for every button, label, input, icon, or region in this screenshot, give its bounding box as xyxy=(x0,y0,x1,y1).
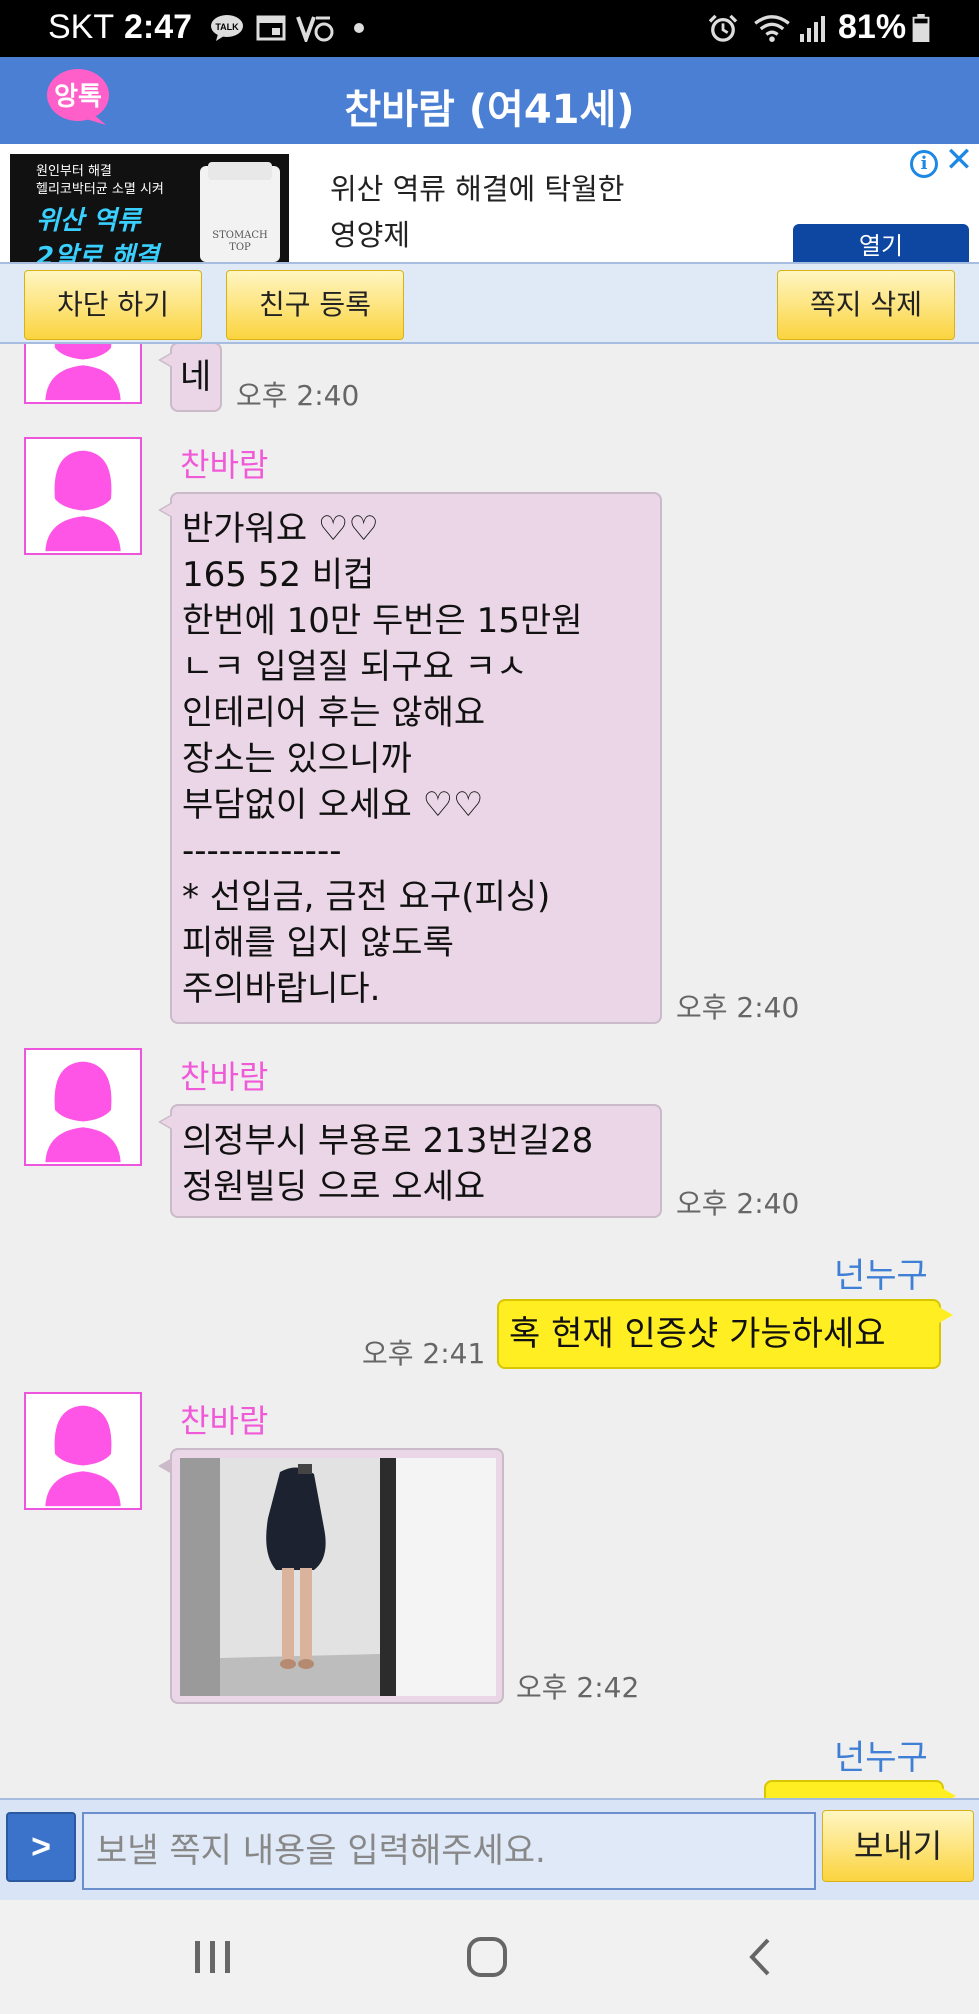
my-name: 넌누구 xyxy=(834,1738,928,1778)
chat-area[interactable]: 네 오후 2:40 찬바람 반가워요 ♡♡ 165 52 비컵 한번에 10만 … xyxy=(0,344,979,1798)
ad-close-icon[interactable]: ✕ xyxy=(944,142,974,178)
calendar-notification-icon xyxy=(256,15,286,41)
ad-text-line: 영양제 xyxy=(330,218,411,252)
ad-image-headline: 위산 역류 xyxy=(36,206,141,236)
ad-image[interactable]: 원인부터 해결 헬리코박터균 소멸 시켜 위산 역류 2알로 해결 STOMAC… xyxy=(10,154,289,262)
add-friend-button[interactable]: 친구 등록 xyxy=(226,270,404,340)
status-bar: SKT 2:47 TALK 81% xyxy=(0,0,979,57)
sender-name: 찬바람 xyxy=(180,1058,269,1096)
battery-percent: 81% xyxy=(838,8,907,46)
chat-photo[interactable] xyxy=(180,1458,496,1696)
message-time: 오후 2:41 xyxy=(362,1337,486,1370)
app-header: 앙톡 찬바람 (여41세) xyxy=(0,57,979,144)
message-input[interactable] xyxy=(82,1812,816,1890)
nav-bar xyxy=(0,1900,979,2014)
sender-avatar[interactable] xyxy=(24,437,142,555)
message-time: 오후 2:40 xyxy=(676,1187,800,1220)
bottle-label: STOMACH TOP xyxy=(212,230,268,253)
my-name: 넌누구 xyxy=(834,1256,928,1296)
wifi-icon xyxy=(754,15,790,42)
message-bubble: 반가워요 ♡♡ 165 52 비컵 한번에 10만 두번은 15만원 ㄴㅋ 입얼… xyxy=(158,492,662,1024)
sender-avatar[interactable] xyxy=(24,344,142,404)
ad-image-line: 원인부터 해결 xyxy=(36,164,112,179)
sender-avatar[interactable] xyxy=(24,1392,142,1510)
ad-open-button[interactable]: 열기 xyxy=(793,224,969,264)
status-time: 2:47 xyxy=(124,8,193,46)
ad-info-icon[interactable]: i xyxy=(910,150,938,178)
more-notifications-icon xyxy=(354,23,364,33)
battery-icon xyxy=(912,14,930,42)
my-message-bubble: 혹 현재 인증샷 가능하세요 xyxy=(497,1299,953,1369)
delete-message-button[interactable]: 쪽지 삭제 xyxy=(777,270,955,340)
message-time: 오후 2:42 xyxy=(516,1671,640,1704)
alarm-icon xyxy=(708,14,738,42)
recent-apps-icon[interactable] xyxy=(192,1938,234,1976)
message-time: 오후 2:40 xyxy=(676,991,800,1024)
sender-name: 찬바람 xyxy=(180,1402,269,1440)
ad-text[interactable]: 위산 역류 해결에 탁월한 영양제 xyxy=(330,166,624,258)
send-button[interactable]: 보내기 xyxy=(822,1810,974,1882)
toggle-options-button[interactable]: > xyxy=(6,1812,76,1882)
svg-text:TALK: TALK xyxy=(215,22,239,32)
ad-image-line: 헬리코박터균 소멸 시켜 xyxy=(36,182,164,197)
photo-message-bubble[interactable] xyxy=(158,1448,504,1704)
signal-icon xyxy=(800,16,825,42)
back-icon[interactable] xyxy=(746,1936,774,1978)
carrier-label: SKT xyxy=(48,8,115,46)
my-message-bubble xyxy=(764,1780,956,1798)
message-time: 오후 2:40 xyxy=(236,379,360,412)
product-bottle-image: STOMACH TOP xyxy=(200,162,280,262)
vpn-notification-icon xyxy=(296,16,334,42)
ad-image-headline: 2알로 해결 xyxy=(36,242,159,262)
message-bubble: 의정부시 부용로 213번길28 정원빌딩 으로 오세요 xyxy=(158,1104,662,1218)
ad-text-line: 위산 역류 해결에 탁월한 xyxy=(330,172,625,206)
talk-notification-icon: TALK xyxy=(211,15,243,41)
message-bubble: 네 xyxy=(158,344,222,412)
chat-title: 찬바람 (여41세) xyxy=(344,87,635,133)
home-icon[interactable] xyxy=(466,1936,508,1978)
input-bar: > 보내기 xyxy=(0,1798,979,1900)
sender-avatar[interactable] xyxy=(24,1048,142,1166)
block-button[interactable]: 차단 하기 xyxy=(24,270,202,340)
action-bar: 차단 하기 친구 등록 쪽지 삭제 xyxy=(0,262,979,344)
sender-name: 찬바람 xyxy=(180,446,269,484)
